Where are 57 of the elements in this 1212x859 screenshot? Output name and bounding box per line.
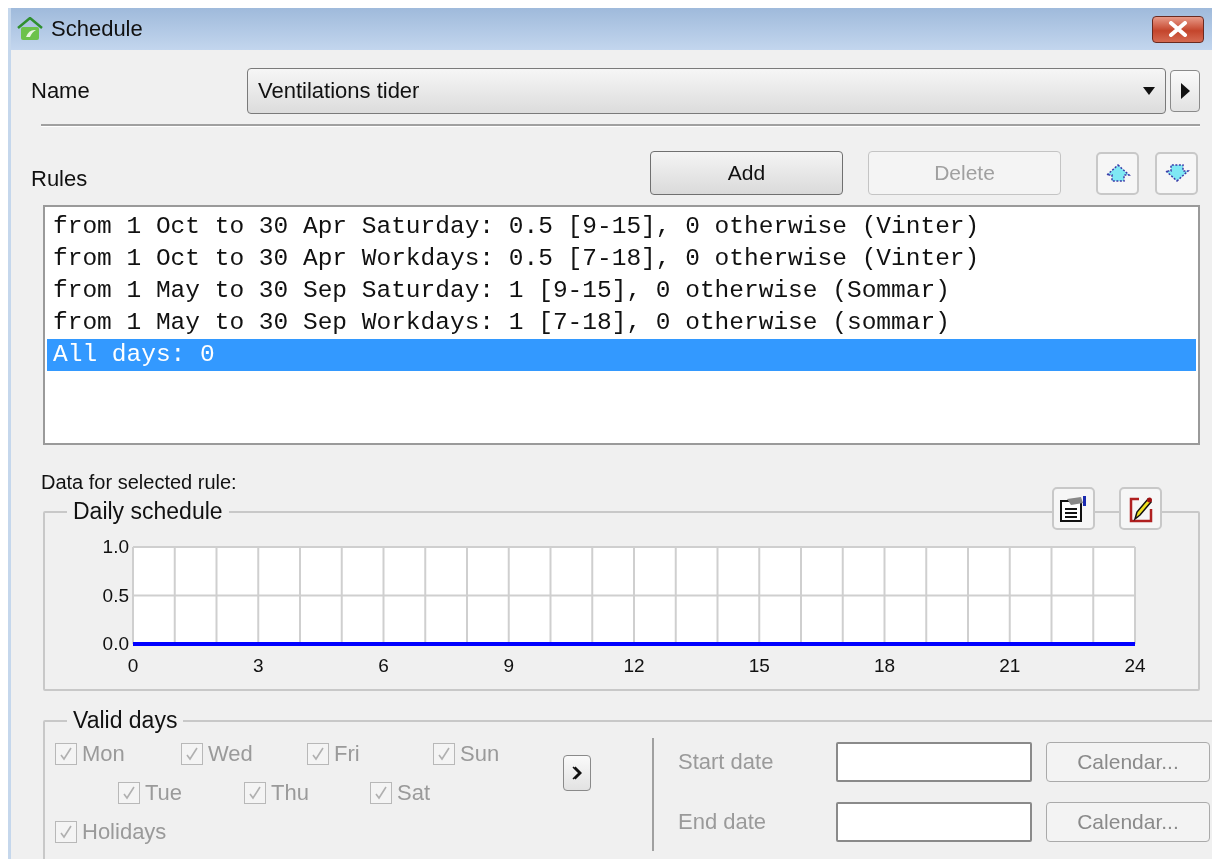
close-button[interactable] bbox=[1152, 15, 1204, 43]
x-tick-label: 21 bbox=[999, 655, 1021, 676]
check-icon bbox=[311, 746, 325, 761]
up-arrow-icon bbox=[1104, 163, 1131, 183]
dropdown-arrow-icon bbox=[1143, 87, 1155, 95]
x-tick-label: 3 bbox=[252, 655, 264, 676]
move-down-button[interactable] bbox=[1155, 151, 1198, 195]
checkbox-label: Thu bbox=[271, 779, 309, 806]
checkbox-label: Holidays bbox=[82, 818, 167, 845]
x-tick-label: 24 bbox=[1124, 655, 1146, 676]
date-label: End date bbox=[678, 809, 768, 835]
section-label: Data for selected rule: bbox=[41, 471, 238, 494]
y-tick-label: 0.0 bbox=[102, 633, 129, 654]
move-up-button[interactable] bbox=[1096, 151, 1139, 195]
date-label: Start date bbox=[678, 749, 775, 775]
add-button[interactable]: Add bbox=[650, 151, 843, 195]
x-tick-label: 6 bbox=[378, 655, 389, 676]
name-dropdown[interactable]: Ventilations tider bbox=[247, 68, 1166, 114]
rule-item[interactable]: from 1 May to 30 Sep Saturday: 1 [9-15], 0 otherwise (Sommar) bbox=[47, 275, 1196, 307]
properties-button[interactable] bbox=[1052, 487, 1095, 530]
play-arrow-icon bbox=[1180, 83, 1190, 99]
check-icon bbox=[59, 746, 73, 761]
rule-item[interactable]: from 1 Oct to 30 Apr Saturday: 0.5 [9-15], 0 otherwise (Vinter) bbox=[47, 211, 1196, 243]
check-icon bbox=[59, 824, 73, 839]
group-title: Daily schedule bbox=[72, 498, 224, 525]
check-icon bbox=[185, 746, 199, 761]
next-button[interactable] bbox=[1170, 70, 1200, 112]
double-arrow-icon bbox=[572, 766, 582, 780]
expand-button[interactable] bbox=[563, 755, 591, 791]
check-icon bbox=[248, 785, 262, 800]
x-tick-label: 9 bbox=[503, 655, 515, 676]
x-tick-label: 15 bbox=[748, 655, 770, 676]
check-icon bbox=[374, 785, 388, 800]
clipboard-icon bbox=[1058, 494, 1089, 523]
checkbox-label: Sun bbox=[460, 740, 500, 767]
x-tick-label: 0 bbox=[127, 655, 139, 676]
rule-item[interactable]: from 1 Oct to 30 Apr Workdays: 0.5 [7-18], 0 otherwise (Vinter) bbox=[47, 243, 1196, 275]
window-title: Schedule bbox=[51, 16, 144, 42]
y-tick-label: 1.0 bbox=[102, 536, 129, 557]
x-tick-label: 18 bbox=[873, 655, 896, 676]
close-icon bbox=[1167, 21, 1189, 37]
y-tick-label: 0.5 bbox=[102, 584, 129, 606]
checkbox-label: Mon bbox=[82, 740, 125, 767]
house-icon bbox=[17, 17, 43, 41]
check-icon bbox=[122, 785, 136, 800]
name-label: Name bbox=[31, 78, 91, 104]
checkbox-label: Tue bbox=[145, 779, 183, 806]
down-arrow-icon bbox=[1163, 163, 1190, 183]
checkbox-label: Sat bbox=[397, 779, 431, 806]
checkbox-label: Fri bbox=[334, 740, 360, 767]
group-title: Valid days bbox=[72, 707, 179, 734]
rule-item[interactable]: from 1 May to 30 Sep Workdays: 1 [7-18], 0 otherwise (sommar) bbox=[47, 307, 1196, 339]
check-icon bbox=[437, 746, 451, 761]
x-tick-label: 12 bbox=[623, 655, 645, 676]
checkbox-label: Wed bbox=[208, 740, 253, 767]
rules-label: Rules bbox=[31, 166, 88, 192]
edit-button[interactable] bbox=[1119, 487, 1162, 530]
